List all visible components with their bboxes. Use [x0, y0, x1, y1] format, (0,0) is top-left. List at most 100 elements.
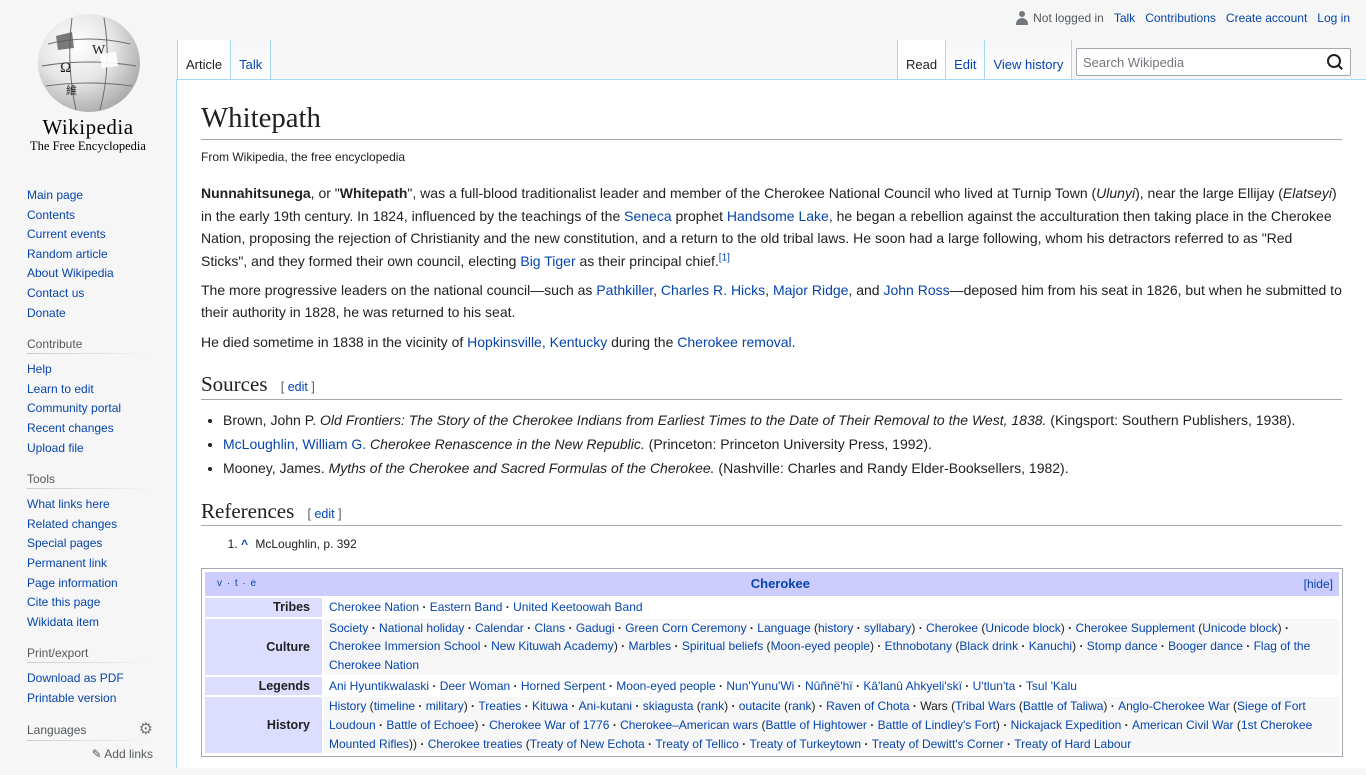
tab-view-history[interactable]: View history [985, 40, 1073, 80]
inline-link[interactable]: rank [701, 699, 724, 713]
inline-link[interactable]: Marbles [628, 639, 671, 653]
inline-link[interactable]: Pathkiller [596, 282, 653, 298]
sidebar-item-learn-to-edit[interactable]: Learn to edit [27, 382, 94, 396]
sidebar-item-upload-file[interactable]: Upload file [27, 441, 84, 455]
login-link[interactable]: Log in [1317, 11, 1350, 25]
gear-icon[interactable]: ⚙ [139, 722, 153, 738]
sidebar-item-special-pages[interactable]: Special pages [27, 536, 102, 550]
inline-link[interactable]: Stomp dance [1087, 639, 1158, 653]
inline-link[interactable]: Treaty of Turkeytown [749, 737, 861, 751]
inline-link[interactable]: Green Corn Ceremony [625, 621, 746, 635]
talk-link[interactable]: Talk [1114, 11, 1135, 25]
sidebar-item-community-portal[interactable]: Community portal [27, 401, 121, 415]
sidebar-item-current-events[interactable]: Current events [27, 227, 106, 241]
inline-link[interactable]: Cherokee removal [677, 334, 791, 350]
inline-link[interactable]: American Civil War [1132, 718, 1234, 732]
citation-link[interactable]: [1] [719, 252, 730, 263]
sidebar-item-cite-this-page[interactable]: Cite this page [27, 595, 100, 609]
inline-link[interactable]: Gadugi [576, 621, 615, 635]
inline-link[interactable]: Big Tiger [520, 253, 575, 269]
inline-link[interactable]: Clans [534, 621, 565, 635]
inline-link[interactable]: Treaty of Hard Labour [1014, 737, 1131, 751]
inline-link[interactable]: rank [788, 699, 811, 713]
inline-link[interactable]: Cherokee [926, 621, 978, 635]
inline-link[interactable]: history [818, 621, 853, 635]
inline-link[interactable]: Horned Serpent [521, 679, 606, 693]
inline-link[interactable]: Ani-kutani [579, 699, 632, 713]
inline-link[interactable]: Major Ridge [773, 282, 848, 298]
inline-link[interactable]: Treaty of Dewitt's Corner [872, 737, 1004, 751]
inline-link[interactable]: Charles R. Hicks [661, 282, 765, 298]
sidebar-item-printable-version[interactable]: Printable version [27, 691, 116, 705]
inline-link[interactable]: Battle of Taliwa [1023, 699, 1104, 713]
inline-link[interactable]: Calendar [475, 621, 524, 635]
inline-link[interactable]: New Kituwah Academy [491, 639, 614, 653]
sidebar-item-donate[interactable]: Donate [27, 306, 66, 320]
inline-link[interactable]: skiagusta [643, 699, 694, 713]
vte-links[interactable]: v · t · e [217, 578, 257, 589]
inline-link[interactable]: outacite [739, 699, 781, 713]
inline-link[interactable]: Nun'Yunu'Wi [726, 679, 794, 693]
inline-link[interactable]: Treaties [478, 699, 521, 713]
sidebar-item-recent-changes[interactable]: Recent changes [27, 421, 114, 435]
inline-link[interactable]: Raven of Chota [826, 699, 909, 713]
inline-link[interactable]: Seneca [624, 208, 671, 224]
sidebar-item-permanent-link[interactable]: Permanent link [27, 556, 107, 570]
inline-link[interactable]: syllabary [864, 621, 911, 635]
sidebar-item-about[interactable]: About Wikipedia [27, 266, 114, 280]
inline-link[interactable]: Spiritual beliefs [682, 639, 763, 653]
inline-link[interactable]: Tribal Wars [955, 699, 1015, 713]
sidebar-item-contact[interactable]: Contact us [27, 286, 84, 300]
inline-link[interactable]: Cherokee Nation [329, 600, 419, 614]
inline-link[interactable]: John Ross [883, 282, 949, 298]
inline-link[interactable]: Cherokee–American wars [620, 718, 758, 732]
inline-link[interactable]: Kituwa [532, 699, 568, 713]
inline-link[interactable]: Ani Hyuntikwalaski [329, 679, 429, 693]
search-input[interactable] [1083, 54, 1326, 70]
inline-link[interactable]: Cherokee War of 1776 [489, 718, 609, 732]
tab-read[interactable]: Read [897, 40, 947, 80]
inline-link[interactable]: Booger dance [1168, 639, 1243, 653]
sidebar-item-wikidata-item[interactable]: Wikidata item [27, 615, 99, 629]
search-icon[interactable] [1326, 53, 1344, 71]
inline-link[interactable]: Tsul 'Kalu [1026, 679, 1077, 693]
hide-button[interactable]: [hide] [1304, 577, 1333, 591]
sidebar-item-help[interactable]: Help [27, 362, 52, 376]
inline-link[interactable]: Language [757, 621, 810, 635]
sidebar-item-contents[interactable]: Contents [27, 208, 75, 222]
inline-link[interactable]: Hopkinsville, Kentucky [467, 334, 607, 350]
inline-link[interactable]: Treaty of New Echota [530, 737, 645, 751]
inline-link[interactable]: Battle of Echoee [386, 718, 474, 732]
wikipedia-logo[interactable]: Ω W 維 Wikipedia The Free Encyclopedia [0, 0, 176, 160]
navbox-title[interactable]: Cherokee [751, 576, 810, 591]
inline-link[interactable]: Ethnobotany [885, 639, 952, 653]
add-links-button[interactable]: ✎ Add links [27, 747, 153, 761]
inline-link[interactable]: Black drink [959, 639, 1018, 653]
sidebar-item-what-links-here[interactable]: What links here [27, 497, 110, 511]
contributions-link[interactable]: Contributions [1145, 11, 1216, 25]
inline-link[interactable]: Moon-eyed people [616, 679, 715, 693]
inline-link[interactable]: Kâ'lanû Ahkyeli'skï [863, 679, 962, 693]
inline-link[interactable]: Eastern Band [430, 600, 503, 614]
edit-sources-link[interactable]: edit [288, 380, 308, 394]
inline-link[interactable]: Unicode block [1202, 621, 1277, 635]
inline-link[interactable]: Deer Woman [440, 679, 510, 693]
sidebar-item-related-changes[interactable]: Related changes [27, 517, 117, 531]
inline-link[interactable]: Cherokee Immersion School [329, 639, 480, 653]
inline-link[interactable]: National holiday [379, 621, 464, 635]
inline-link[interactable]: Anglo-Cherokee War [1118, 699, 1230, 713]
inline-link[interactable]: military [426, 699, 464, 713]
inline-link[interactable]: Nickajack Expedition [1011, 718, 1122, 732]
inline-link[interactable]: Moon-eyed people [771, 639, 870, 653]
inline-link[interactable]: United Keetoowah Band [513, 600, 642, 614]
sidebar-item-random-article[interactable]: Random article [27, 247, 108, 261]
inline-link[interactable]: timeline [374, 699, 415, 713]
inline-link[interactable]: U'tlun'ta [973, 679, 1016, 693]
backlink-caret[interactable]: ^ [241, 537, 248, 551]
inline-link[interactable]: Handsome Lake [727, 208, 829, 224]
tab-edit[interactable]: Edit [946, 40, 986, 80]
sidebar-item-main-page[interactable]: Main page [27, 188, 83, 202]
inline-link[interactable]: Unicode block [985, 621, 1060, 635]
inline-link[interactable]: Treaty of Tellico [655, 737, 738, 751]
inline-link[interactable]: Kanuchi [1029, 639, 1072, 653]
